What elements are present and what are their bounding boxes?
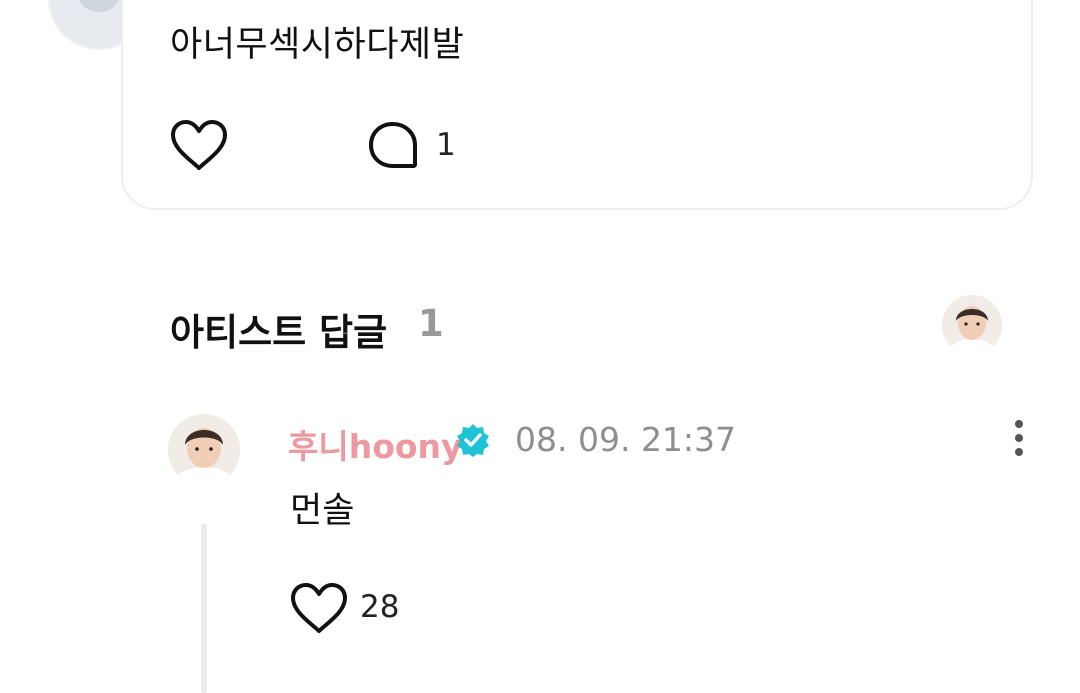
reply-author-photo-icon xyxy=(168,414,240,486)
verified-badge-icon xyxy=(457,424,489,457)
artist-photo-icon xyxy=(942,295,1002,355)
heart-outline-icon[interactable] xyxy=(170,120,228,172)
reply-like-count: 28 xyxy=(360,589,400,625)
reply-timestamp: 08. 09. 21:37 xyxy=(515,420,737,459)
reply-author-avatar[interactable] xyxy=(168,414,240,486)
more-options-icon[interactable] xyxy=(1010,420,1028,460)
post-text: 아너무섹시하다제발 xyxy=(170,25,465,65)
comment-count: 1 xyxy=(436,127,456,163)
default-avatar-icon xyxy=(76,0,122,12)
reply-author-name[interactable]: 후니hoony xyxy=(288,420,463,468)
artist-avatar[interactable] xyxy=(942,295,1002,355)
thread-line xyxy=(201,523,207,693)
section-title: 아티스트 답글 xyxy=(170,311,388,354)
reply-text: 먼솔 xyxy=(290,491,355,531)
section-count: 1 xyxy=(418,302,444,345)
heart-outline-icon[interactable] xyxy=(290,583,348,635)
speech-bubble-icon[interactable] xyxy=(367,120,419,170)
